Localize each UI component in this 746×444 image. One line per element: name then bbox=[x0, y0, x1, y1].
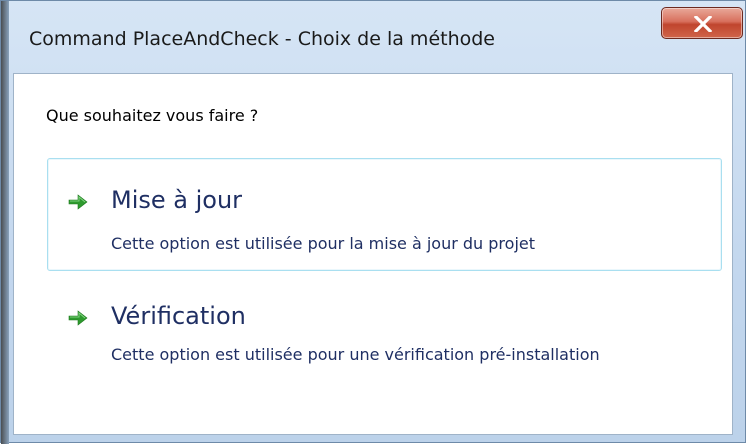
option-title: Mise à jour bbox=[111, 186, 243, 214]
dialog-window: Command PlaceAndCheck - Choix de la méth… bbox=[0, 0, 746, 444]
dialog-content: Que souhaitez vous faire ? Mise à jour C… bbox=[13, 73, 733, 435]
option-verification[interactable]: Vérification Cette option est utilisée p… bbox=[47, 274, 722, 414]
question-label: Que souhaitez vous faire ? bbox=[46, 106, 259, 125]
option-description: Cette option est utilisée pour une vérif… bbox=[111, 345, 600, 364]
option-title: Vérification bbox=[111, 302, 246, 330]
window-title: Command PlaceAndCheck - Choix de la méth… bbox=[29, 28, 496, 50]
close-button[interactable] bbox=[661, 7, 743, 39]
close-icon bbox=[694, 16, 712, 32]
title-bar[interactable]: Command PlaceAndCheck - Choix de la méth… bbox=[9, 1, 745, 73]
option-mise-a-jour[interactable]: Mise à jour Cette option est utilisée po… bbox=[47, 158, 722, 271]
green-arrow-icon bbox=[68, 310, 88, 326]
window-frame-left bbox=[1, 1, 9, 444]
option-description: Cette option est utilisée pour la mise à… bbox=[111, 234, 535, 253]
green-arrow-icon bbox=[68, 194, 88, 210]
